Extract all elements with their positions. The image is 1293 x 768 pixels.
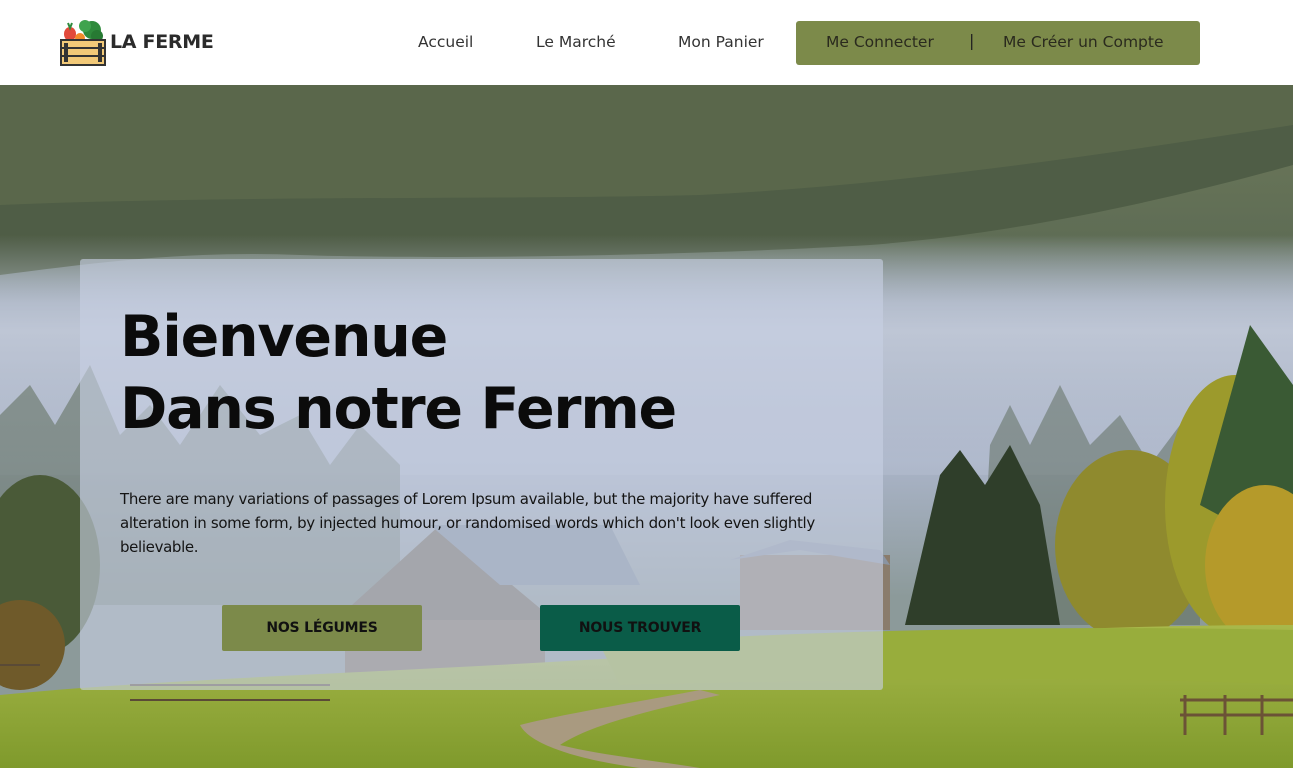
hero-description: There are many variations of passages of… — [120, 490, 815, 556]
login-link[interactable]: Me Connecter — [826, 33, 934, 51]
auth-bar: Me Connecter | Me Créer un Compte — [796, 21, 1200, 65]
nav-link-accueil[interactable]: Accueil — [418, 33, 473, 51]
nav-link-marche[interactable]: Le Marché — [536, 33, 616, 51]
hero-title-line-1: Bienvenue — [120, 304, 448, 370]
hero-section: Bienvenue Dans notre Ferme There are man… — [0, 85, 1293, 768]
vegetable-crate-icon — [60, 20, 106, 66]
register-link[interactable]: Me Créer un Compte — [1003, 33, 1164, 51]
brand-name: LA FERME — [110, 31, 214, 53]
welcome-card: Bienvenue Dans notre Ferme There are man… — [80, 259, 883, 690]
auth-separator: | — [969, 31, 975, 50]
find-us-button[interactable]: NOUS TROUVER — [540, 605, 740, 651]
hero-title: Bienvenue Dans notre Ferme — [120, 301, 677, 445]
hero-title-line-2: Dans notre Ferme — [120, 376, 677, 442]
brand-logo[interactable]: LA FERME — [60, 18, 214, 66]
site-header: LA FERME Accueil Le Marché Mon Panier Me… — [0, 0, 1293, 85]
nav-link-panier[interactable]: Mon Panier — [678, 33, 764, 51]
vegetables-button[interactable]: NOS LÉGUMES — [222, 605, 422, 651]
